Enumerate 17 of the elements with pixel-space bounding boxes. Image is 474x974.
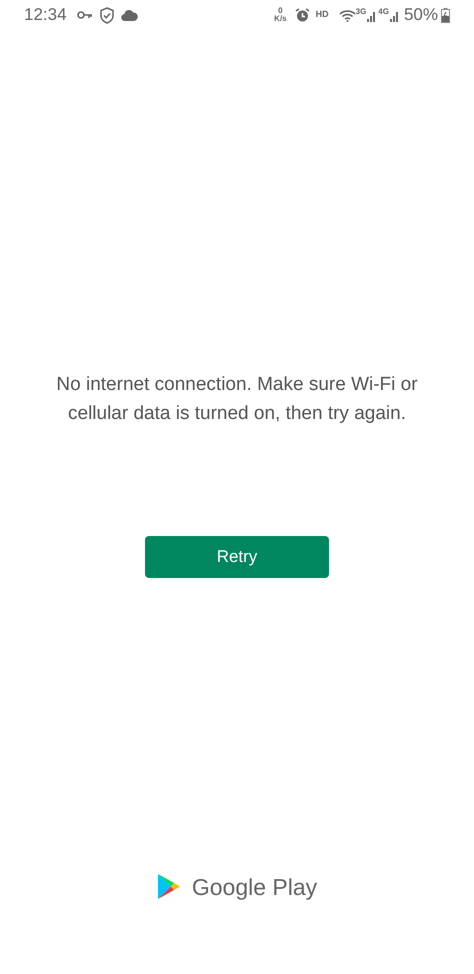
- battery-icon: [441, 8, 450, 22]
- battery-percentage: 50%: [404, 4, 438, 26]
- cloud-icon: [120, 8, 138, 22]
- network-type: 3G: [356, 6, 366, 18]
- retry-button[interactable]: Retry: [145, 536, 329, 578]
- wifi-icon: [338, 8, 356, 22]
- alarm-icon: [294, 8, 310, 22]
- key-icon: [76, 10, 93, 20]
- brand-name: Google Play: [192, 872, 318, 902]
- status-time: 12:34: [24, 4, 67, 26]
- speed-unit: K/s: [274, 15, 287, 23]
- speed-value: 0: [278, 7, 283, 15]
- network-type: 4G: [378, 6, 389, 18]
- hd-indicator: HD: [316, 8, 329, 22]
- error-message: No internet connection. Make sure Wi-Fi or cellular data is turned on, then try again.: [55, 373, 419, 426]
- play-logo-icon: [156, 873, 181, 900]
- shield-icon: [98, 6, 115, 24]
